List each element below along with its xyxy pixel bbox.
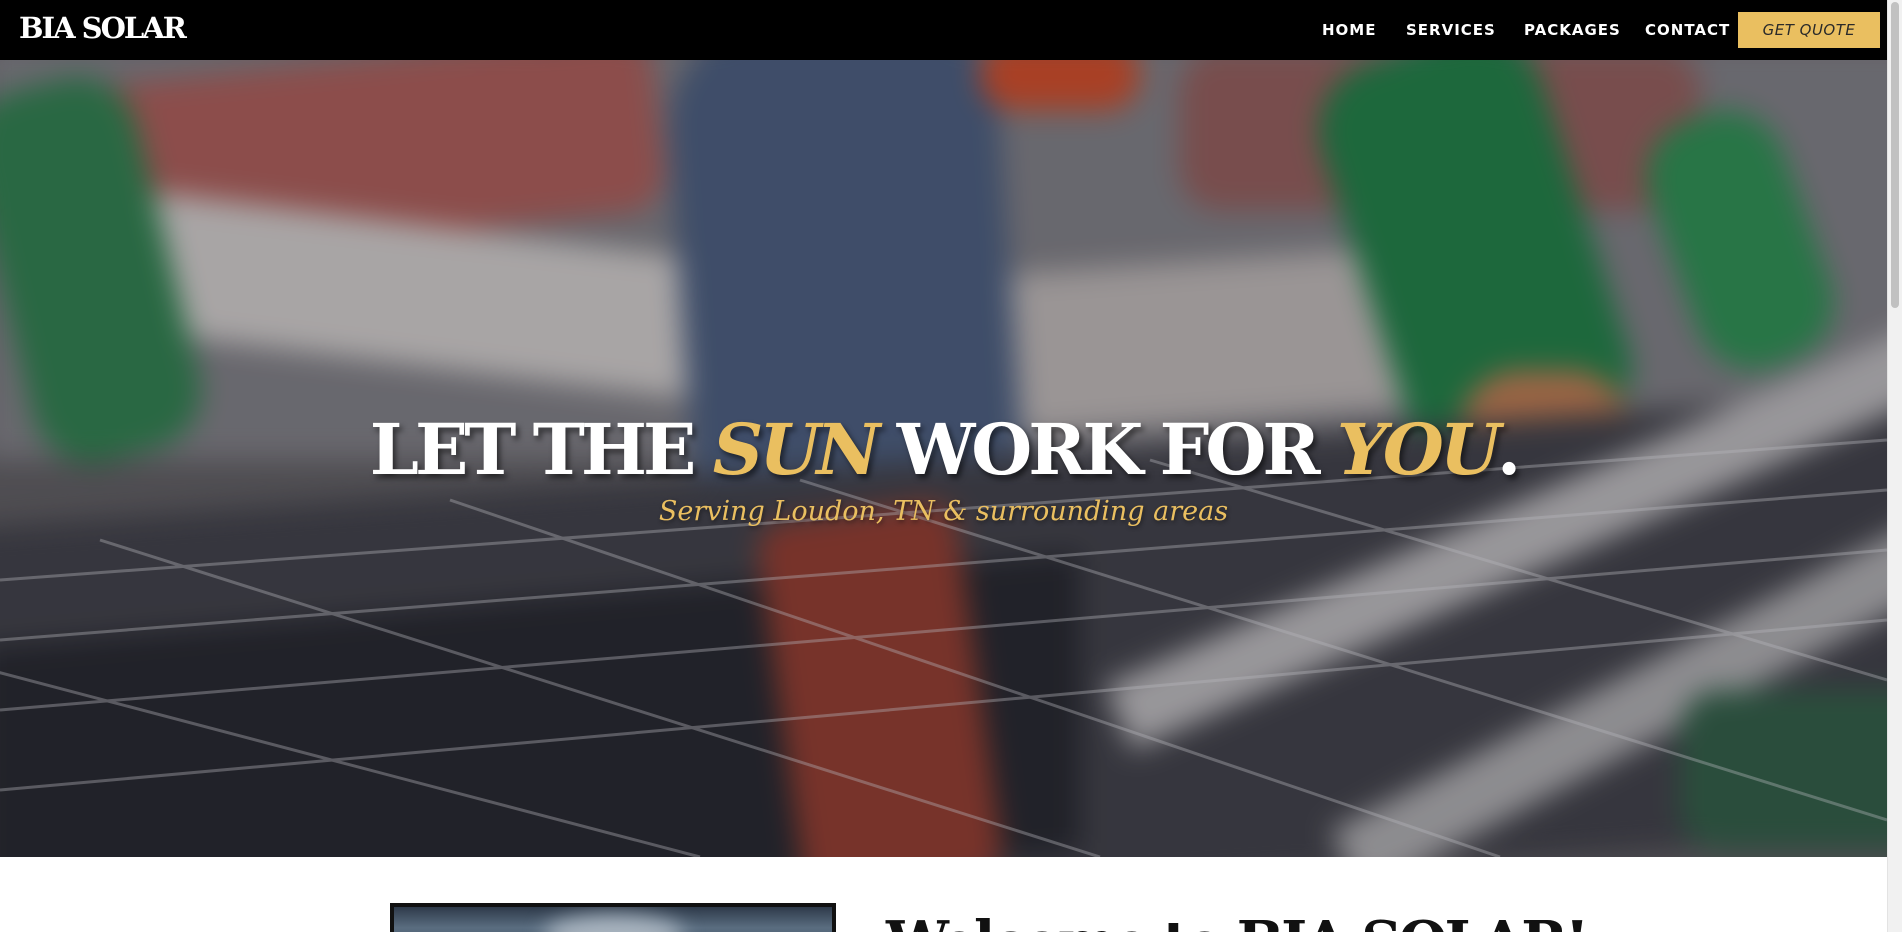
brand-logo[interactable]: BIA SOLAR [19, 10, 187, 46]
hero-title-accent-you: YOU [1336, 408, 1501, 491]
nav-contact-link[interactable]: CONTACT [1645, 20, 1730, 40]
page: BIA SOLAR HOME SERVICES PACKAGES CONTACT… [0, 0, 1902, 932]
intro-section: Welcome to BIA SOLAR! [0, 857, 1887, 932]
hero-title: LET THE SUN WORK FOR YOU. [0, 407, 1887, 493]
scrollbar-thumb[interactable] [1891, 2, 1899, 308]
hero-title-accent-sun: SUN [712, 408, 881, 491]
intro-heading: Welcome to BIA SOLAR! [886, 907, 1589, 932]
hero-title-text-2: WORK FOR [876, 408, 1337, 491]
hero-title-period: . [1496, 408, 1521, 491]
nav-home-link[interactable]: HOME [1322, 20, 1376, 40]
nav-packages-link[interactable]: PACKAGES [1524, 20, 1621, 40]
page-scrollbar[interactable] [1887, 0, 1902, 932]
hero-section: LET THE SUN WORK FOR YOU. Serving Loudon… [0, 60, 1887, 857]
hero-subtitle: Serving Loudon, TN & surrounding areas [658, 496, 1229, 527]
intro-image [390, 903, 836, 932]
hero-title-text: LET THE [369, 408, 713, 491]
top-navbar: BIA SOLAR HOME SERVICES PACKAGES CONTACT… [0, 0, 1887, 60]
nav-services-link[interactable]: SERVICES [1406, 20, 1496, 40]
get-quote-button[interactable]: GET QUOTE [1738, 12, 1880, 48]
